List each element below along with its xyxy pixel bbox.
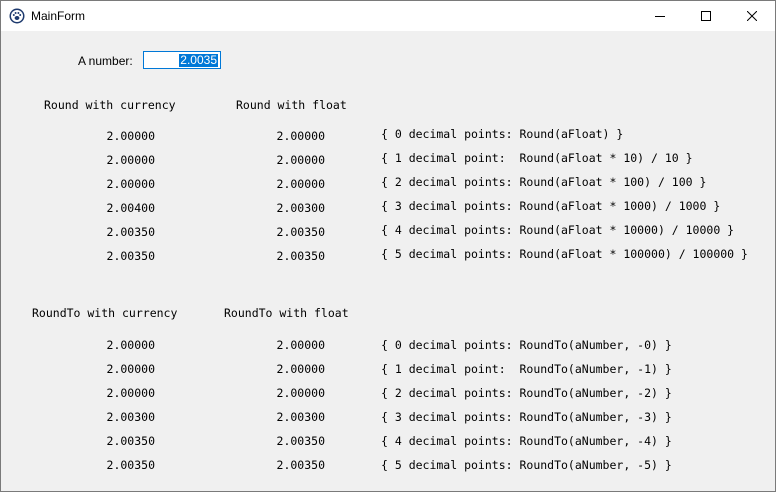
roundto-float-value: 2.00000 [276, 362, 325, 376]
round-comment: { 3 decimal points: Round(aFloat * 1000)… [381, 199, 721, 213]
round-currency-value: 2.00000 [106, 129, 155, 143]
close-icon [747, 11, 757, 21]
round-comment: { 5 decimal points: Round(aFloat * 10000… [381, 247, 748, 261]
roundto-comment: { 5 decimal points: RoundTo(aNumber, -5)… [381, 458, 672, 472]
minimize-button[interactable] [637, 1, 683, 31]
maximize-icon [701, 11, 711, 21]
round-float-header: Round with float [236, 98, 347, 112]
round-currency-value: 2.00350 [106, 225, 155, 239]
roundto-currency-value: 2.00350 [106, 458, 155, 472]
roundto-currency-value: 2.00000 [106, 338, 155, 352]
window-title: MainForm [31, 9, 86, 23]
number-input[interactable]: 2.0035 [143, 51, 221, 69]
roundto-float-header: RoundTo with float [224, 306, 349, 320]
round-comment: { 2 decimal points: Round(aFloat * 100) … [381, 175, 707, 189]
roundto-comment: { 4 decimal points: RoundTo(aNumber, -4)… [381, 434, 672, 448]
main-window: MainForm A number: 2.0035 Round with cur… [0, 0, 776, 492]
roundto-float-value: 2.00000 [276, 338, 325, 352]
close-button[interactable] [729, 1, 775, 31]
roundto-currency-value: 2.00300 [106, 410, 155, 424]
round-float-value: 2.00350 [276, 249, 325, 263]
roundto-comment: { 0 decimal points: RoundTo(aNumber, -0)… [381, 338, 672, 352]
roundto-comment: { 1 decimal point: RoundTo(aNumber, -1) … [381, 362, 672, 376]
round-currency-header: Round with currency [44, 98, 176, 112]
round-float-value: 2.00000 [276, 129, 325, 143]
number-label: A number: [78, 54, 133, 68]
round-currency-value: 2.00400 [106, 201, 155, 215]
paw-icon [9, 8, 25, 24]
maximize-button[interactable] [683, 1, 729, 31]
round-currency-value: 2.00350 [106, 249, 155, 263]
round-currency-value: 2.00000 [106, 177, 155, 191]
form-client-area: A number: 2.0035 Round with currency Rou… [1, 31, 775, 491]
round-float-value: 2.00350 [276, 225, 325, 239]
number-input-value: 2.0035 [179, 53, 218, 67]
roundto-comment: { 3 decimal points: RoundTo(aNumber, -3)… [381, 410, 672, 424]
round-comment: { 0 decimal points: Round(aFloat) } [381, 127, 624, 141]
roundto-float-value: 2.00000 [276, 386, 325, 400]
roundto-currency-value: 2.00000 [106, 362, 155, 376]
round-currency-value: 2.00000 [106, 153, 155, 167]
roundto-currency-value: 2.00000 [106, 386, 155, 400]
roundto-float-value: 2.00350 [276, 434, 325, 448]
round-float-value: 2.00300 [276, 201, 325, 215]
roundto-comment: { 2 decimal points: RoundTo(aNumber, -2)… [381, 386, 672, 400]
roundto-float-value: 2.00300 [276, 410, 325, 424]
round-comment: { 1 decimal point: Round(aFloat * 10) / … [381, 151, 693, 165]
minimize-icon [655, 16, 665, 17]
round-float-value: 2.00000 [276, 153, 325, 167]
roundto-float-value: 2.00350 [276, 458, 325, 472]
roundto-currency-header: RoundTo with currency [32, 306, 178, 320]
title-bar[interactable]: MainForm [1, 1, 775, 31]
roundto-currency-value: 2.00350 [106, 434, 155, 448]
round-float-value: 2.00000 [276, 177, 325, 191]
round-comment: { 4 decimal points: Round(aFloat * 10000… [381, 223, 735, 237]
